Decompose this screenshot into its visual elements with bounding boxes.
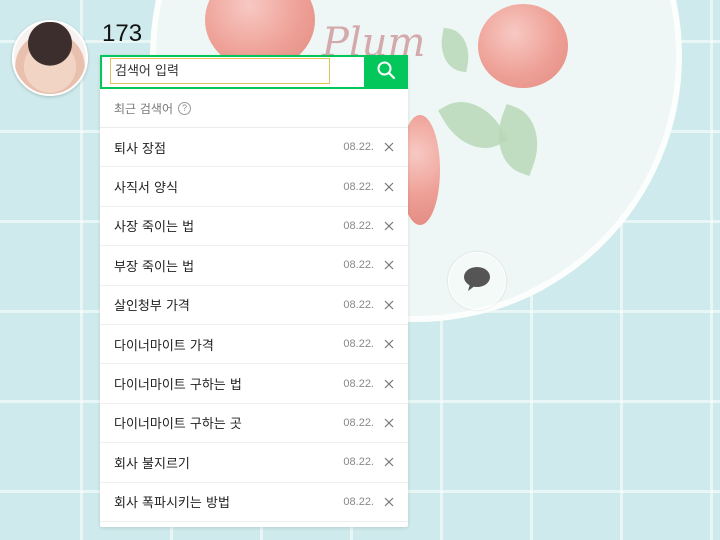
close-icon[interactable] <box>382 140 396 154</box>
search-bar <box>100 55 408 89</box>
help-icon[interactable]: ? <box>178 101 192 115</box>
search-button[interactable] <box>364 55 408 89</box>
chat-bubble-icon <box>462 265 492 297</box>
recent-search-term[interactable]: 회사 폭파시키는 방법 <box>114 492 343 511</box>
recent-search-term[interactable]: 다이너마이트 구하는 법 <box>114 374 343 393</box>
recent-search-term[interactable]: 회사 불지르기 <box>114 453 343 472</box>
recent-search-item[interactable]: 부장 죽이는 법 08.22. <box>100 246 408 286</box>
chat-button[interactable] <box>448 252 506 310</box>
wallpaper-leaf <box>486 103 550 177</box>
recent-search-item[interactable]: 퇴사 장점 08.22. <box>100 128 408 168</box>
recent-search-date: 08.22. <box>343 180 374 193</box>
recent-search-date: 08.22. <box>343 141 374 154</box>
recent-search-date: 08.22. <box>343 298 374 311</box>
wallpaper-apple <box>478 4 568 88</box>
avatar[interactable] <box>12 20 88 96</box>
recent-search-date: 08.22. <box>343 259 374 272</box>
recent-search-term[interactable]: 다이너마이트 구하는 곳 <box>114 413 343 432</box>
recent-search-date: 08.22. <box>343 377 374 390</box>
recent-search-term[interactable]: 다이너마이트 가격 <box>114 335 343 354</box>
close-icon[interactable] <box>382 337 396 351</box>
recent-search-list: 퇴사 장점 08.22. 사직서 양식 08.22. 사장 죽이는 법 08.22. 부장 … <box>100 128 408 522</box>
recent-search-date: 08.22. <box>343 456 374 469</box>
recent-searches-header: 최근 검색어 ? <box>100 89 408 128</box>
recent-search-term[interactable]: 사장 죽이는 법 <box>114 216 343 235</box>
close-icon[interactable] <box>382 180 396 194</box>
recent-search-item[interactable]: 다이너마이트 구하는 법 08.22. <box>100 364 408 404</box>
search-input[interactable] <box>110 58 330 84</box>
close-icon[interactable] <box>382 455 396 469</box>
recent-search-date: 08.22. <box>343 495 374 508</box>
recent-search-item[interactable]: 사직서 양식 08.22. <box>100 167 408 207</box>
recent-search-item[interactable]: 회사 불지르기 08.22. <box>100 443 408 483</box>
wallpaper-leaf <box>438 87 508 163</box>
close-icon[interactable] <box>382 495 396 509</box>
close-icon[interactable] <box>382 298 396 312</box>
recent-search-term[interactable]: 사직서 양식 <box>114 177 343 196</box>
search-icon <box>376 60 396 84</box>
wallpaper-leaf <box>436 27 474 73</box>
close-icon[interactable] <box>382 258 396 272</box>
recent-search-term[interactable]: 부장 죽이는 법 <box>114 256 343 275</box>
recent-search-item[interactable]: 다이너마이트 구하는 곳 08.22. <box>100 404 408 444</box>
recent-search-date: 08.22. <box>343 338 374 351</box>
recent-search-date: 08.22. <box>343 416 374 429</box>
recent-search-item[interactable]: 다이너마이트 가격 08.22. <box>100 325 408 365</box>
search-panel: 최근 검색어 ? 퇴사 장점08.22.사직서 양식08.22.사장 죽이는 법… <box>100 55 408 527</box>
recent-search-term[interactable]: 살인청부 가격 <box>114 295 343 314</box>
recent-search-item[interactable]: 회사 폭파시키는 방법 08.22. <box>100 483 408 522</box>
recent-search-date: 08.22. <box>343 219 374 232</box>
close-icon[interactable] <box>382 219 396 233</box>
recent-searches-label: 최근 검색어 <box>114 101 174 116</box>
close-icon[interactable] <box>382 377 396 391</box>
profile-count: 173 <box>102 20 143 47</box>
recent-search-term[interactable]: 퇴사 장점 <box>114 138 343 157</box>
close-icon[interactable] <box>382 416 396 430</box>
recent-search-item[interactable]: 사장 죽이는 법 08.22. <box>100 207 408 247</box>
recent-search-item[interactable]: 살인청부 가격 08.22. <box>100 286 408 325</box>
